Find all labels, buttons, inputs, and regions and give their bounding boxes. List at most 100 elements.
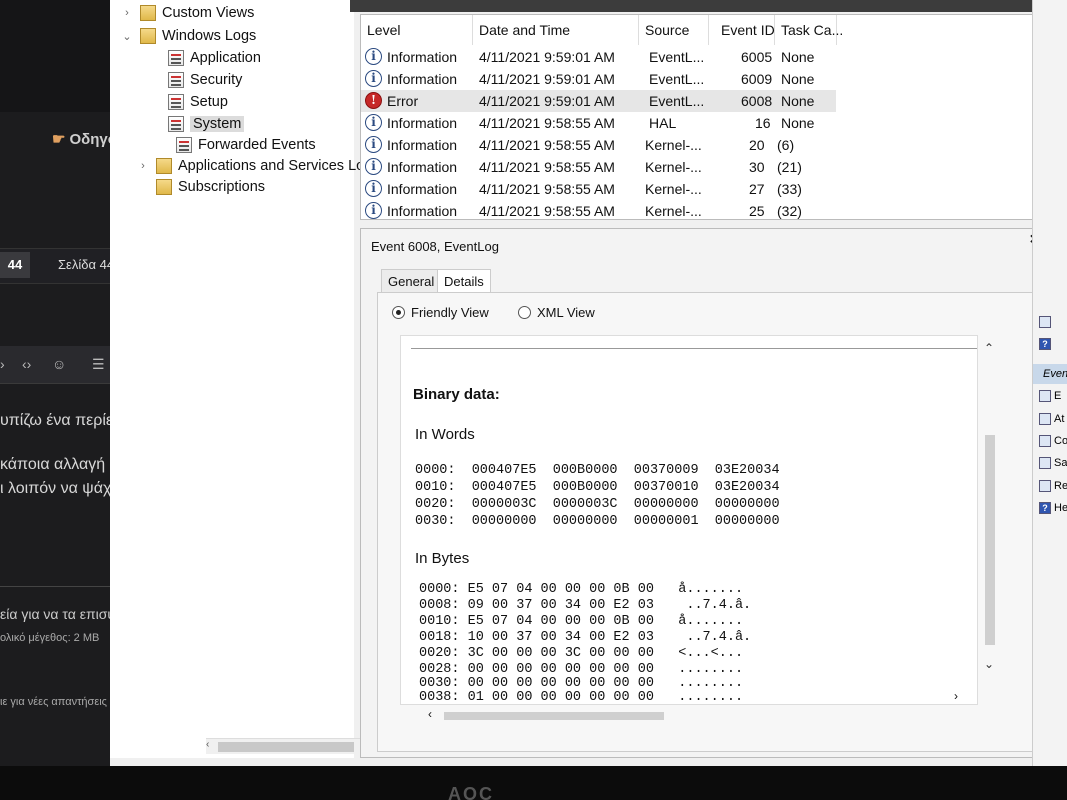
pointing-hand-icon: ☛: [52, 131, 66, 148]
bytes-line: 0038: 01 00 00 00 00 00 00 00 ........: [419, 690, 744, 705]
event-log-icon: [176, 137, 192, 153]
friendly-view-radio[interactable]: Friendly View: [392, 305, 489, 320]
information-icon: i: [365, 114, 382, 131]
bytes-line: 0000: E5 07 04 00 00 00 0B 00 å.......: [419, 582, 744, 597]
event-log-icon: [168, 94, 184, 110]
actions-event-header: Event: [1033, 364, 1067, 384]
refresh-icon: [1039, 316, 1051, 328]
emoji-icon[interactable]: ☺: [52, 356, 66, 372]
notify-option[interactable]: ιε για νέες απαντήσεις: [0, 696, 107, 708]
in-bytes-label: In Bytes: [415, 550, 470, 567]
information-icon: i: [365, 158, 382, 175]
binary-data-heading: Binary data:: [413, 386, 500, 403]
tree-item-application[interactable]: Application: [168, 50, 261, 66]
chevron-right-icon[interactable]: ›: [136, 160, 150, 172]
refresh-icon: [1039, 480, 1051, 492]
words-line: 0000: 000407E5 000B0000 00370009 03E2003…: [415, 463, 780, 478]
tree-item-system[interactable]: System: [168, 116, 245, 132]
chevron-up-icon[interactable]: ⌃: [984, 341, 994, 355]
column-header-source[interactable]: Source: [639, 15, 709, 45]
details-title: Event 6008, EventLog: [371, 239, 499, 254]
current-page-button[interactable]: 44: [0, 252, 30, 278]
max-size-label: ολικό μέγεθος: 2 MB: [0, 632, 100, 644]
action-refresh-top[interactable]: [1033, 312, 1067, 332]
binary-vertical-scrollbar[interactable]: ⌃ ⌄: [981, 335, 999, 705]
html-icon[interactable]: ‹›: [22, 356, 31, 372]
event-row[interactable]: i Information 4/11/2021 9:59:01 AM Event…: [361, 46, 836, 68]
information-icon: i: [365, 136, 382, 153]
bytes-line: 0008: 09 00 37 00 34 00 E2 03 ..7.4.â.: [419, 598, 752, 613]
column-header-level[interactable]: Level: [361, 15, 473, 45]
divider: [411, 348, 977, 349]
event-log-icon: [168, 50, 184, 66]
tree-item-subscriptions[interactable]: Subscriptions: [156, 179, 265, 195]
event-row[interactable]: i Information 4/11/2021 9:58:55 AM Kerne…: [361, 134, 836, 156]
tree-item-security[interactable]: Security: [168, 72, 242, 88]
scroll-right-icon[interactable]: ›: [954, 689, 958, 703]
save-icon: [1039, 457, 1051, 469]
navigation-tree: › Custom Views ⌄ Windows Logs Applicatio…: [110, 0, 364, 758]
tree-item-setup[interactable]: Setup: [168, 94, 228, 110]
bytes-line: 0010: E5 07 04 00 00 00 0B 00 å.......: [419, 614, 744, 629]
event-row[interactable]: i Information 4/11/2021 9:58:55 AM Kerne…: [361, 200, 836, 222]
radio-selected-icon: [392, 306, 405, 319]
code-icon[interactable]: ›: [0, 356, 5, 372]
information-icon: i: [365, 202, 382, 219]
folder-icon: [140, 5, 156, 21]
monitor-brand-logo: AOC: [448, 784, 494, 800]
radio-empty-icon: [518, 306, 531, 319]
chevron-down-icon[interactable]: ⌄: [120, 30, 134, 43]
error-icon: !: [365, 92, 382, 109]
action-help[interactable]: ?Help: [1033, 498, 1067, 518]
tab-general[interactable]: General: [381, 269, 442, 293]
binary-horizontal-scrollbar[interactable]: ‹ ›: [428, 689, 958, 723]
information-icon: i: [365, 180, 382, 197]
details-tab-body: Friendly View XML View Binary data: In W…: [377, 292, 1039, 752]
scroll-left-icon[interactable]: ‹: [206, 739, 209, 750]
properties-icon: [1039, 390, 1051, 402]
scrollbar-thumb[interactable]: [218, 742, 354, 752]
tree-item-windows-logs[interactable]: ⌄ Windows Logs: [120, 28, 256, 44]
chevron-right-icon[interactable]: ›: [120, 7, 134, 19]
action-refresh[interactable]: Refr: [1033, 476, 1067, 496]
event-row[interactable]: i Information 4/11/2021 9:58:55 AM HAL 1…: [361, 112, 836, 134]
tab-details[interactable]: Details: [437, 269, 491, 293]
tree-item-custom-views[interactable]: › Custom Views: [120, 5, 254, 21]
words-line: 0010: 000407E5 000B0000 00370010 03E2003…: [415, 480, 780, 495]
tree-item-forwarded-events[interactable]: Forwarded Events: [176, 137, 316, 153]
copy-icon: [1039, 435, 1051, 447]
actions-pane: ? Event E At Co Sav Refr ?Help: [1032, 0, 1067, 770]
bullet-list-icon[interactable]: ☰: [92, 356, 105, 373]
action-help-top[interactable]: ?: [1033, 334, 1067, 354]
action-save[interactable]: Sav: [1033, 453, 1067, 473]
action-copy[interactable]: Co: [1033, 431, 1067, 451]
scrollbar-thumb[interactable]: [985, 435, 995, 645]
help-icon: ?: [1039, 502, 1051, 514]
event-row[interactable]: i Information 4/11/2021 9:58:55 AM Kerne…: [361, 178, 836, 200]
xml-view-radio[interactable]: XML View: [518, 305, 595, 320]
event-viewer-window: › Custom Views ⌄ Windows Logs Applicatio…: [110, 0, 1067, 770]
scrollbar-thumb[interactable]: [444, 712, 664, 720]
event-row-selected[interactable]: ! Error 4/11/2021 9:59:01 AM EventL... 6…: [361, 90, 836, 112]
folder-icon: [156, 179, 172, 195]
folder-icon: [140, 28, 156, 44]
tree-item-applications-and-services[interactable]: › Applications and Services Lo: [136, 158, 364, 174]
event-row[interactable]: i Information 4/11/2021 9:59:01 AM Event…: [361, 68, 836, 90]
scroll-left-icon[interactable]: ‹: [428, 707, 432, 721]
column-header-task-category[interactable]: Task Ca...: [775, 15, 843, 45]
tree-horizontal-scrollbar[interactable]: ‹ ›: [206, 738, 380, 754]
bytes-line: 0030: 00 00 00 00 00 00 00 00 ........: [419, 676, 744, 691]
event-row[interactable]: i Information 4/11/2021 9:58:55 AM Kerne…: [361, 156, 836, 178]
column-header-event-id[interactable]: Event ID: [709, 15, 775, 45]
words-line: 0020: 0000003C 0000003C 00000000 0000000…: [415, 497, 780, 512]
column-header-date[interactable]: Date and Time: [473, 15, 639, 45]
action-attach-task[interactable]: At: [1033, 409, 1067, 429]
event-log-icon: [168, 116, 184, 132]
monitor-bezel: AOC: [0, 766, 1067, 800]
action-event-properties[interactable]: E: [1033, 386, 1067, 406]
information-icon: i: [365, 48, 382, 65]
binary-data-panel: Binary data: In Words 0000: 000407E5 000…: [400, 335, 978, 705]
chevron-down-icon[interactable]: ⌄: [984, 657, 994, 671]
information-icon: i: [365, 70, 382, 87]
folder-icon: [156, 158, 172, 174]
